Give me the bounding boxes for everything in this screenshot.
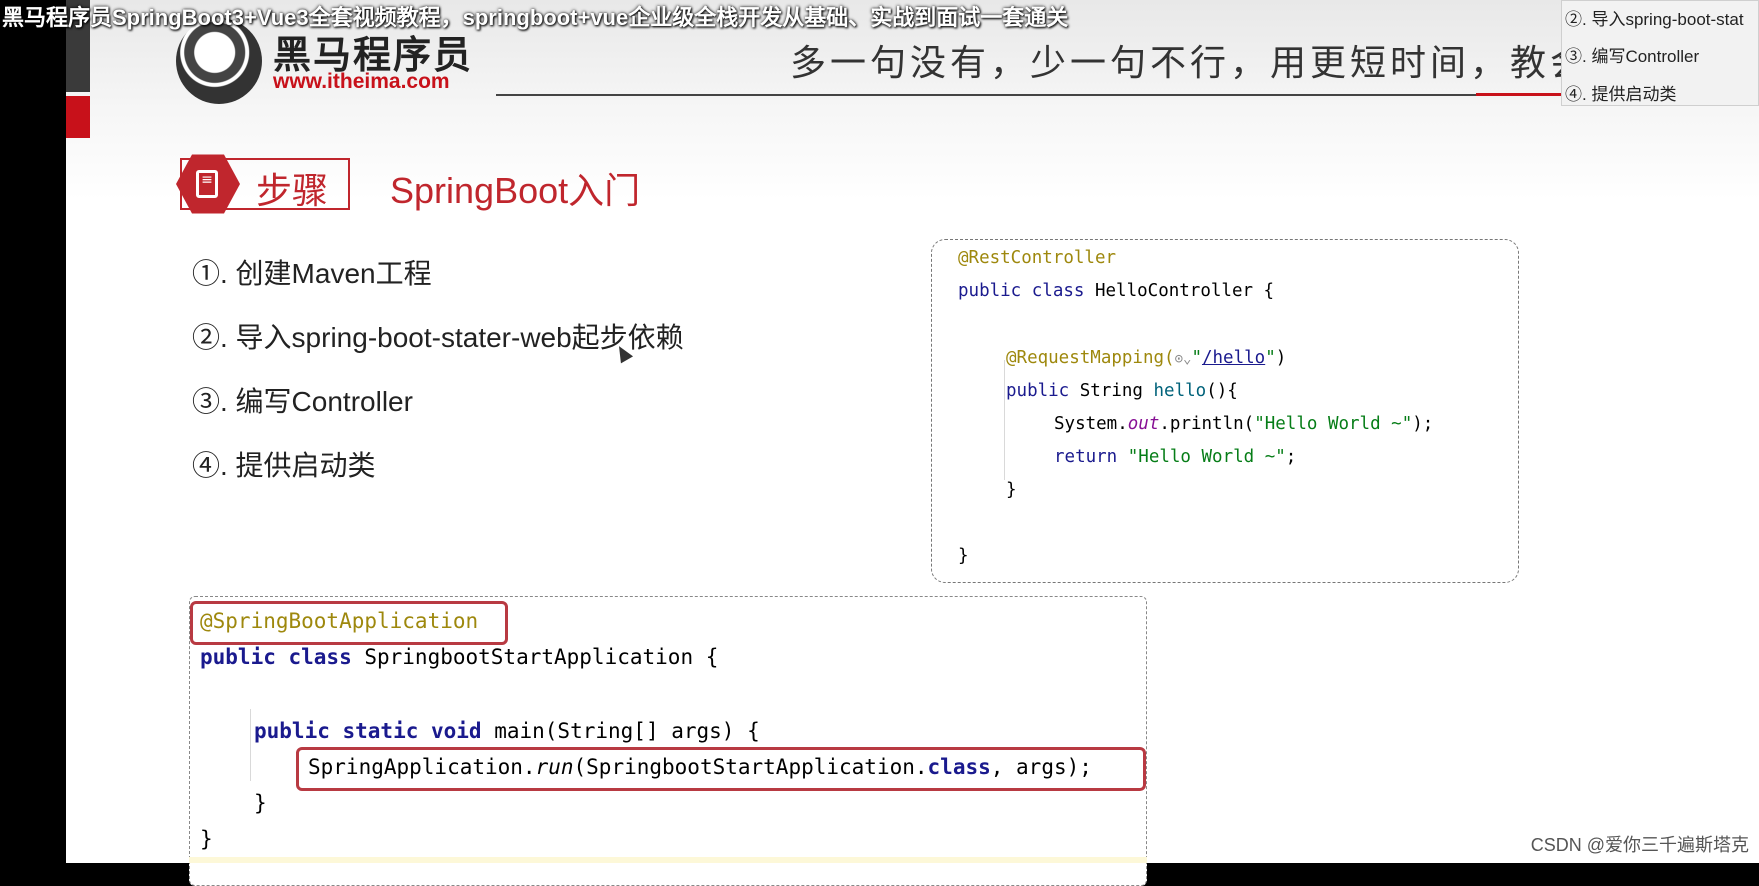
code-line: SpringApplication.run(SpringbootStartApp… (308, 755, 1092, 779)
application-code-block: @SpringBootApplication public class Spri… (189, 596, 1147, 886)
step-badge-label: 步骤 (256, 171, 329, 212)
code-line: } (200, 827, 213, 851)
step-item: ②. 导入spring-boot-stater-web起步依赖 (192, 322, 684, 353)
line-highlight (189, 857, 1147, 863)
step-item: ①. 创建Maven工程 (192, 258, 432, 289)
step-item: ④. 提供启动类 (192, 450, 376, 481)
video-title: 黑马程序员SpringBoot3+Vue3全套视频教程，springboot+v… (2, 5, 1069, 30)
code-line: public String hello(){ (1006, 381, 1238, 401)
popup-item[interactable]: ④. 提供启动类 (1565, 80, 1676, 105)
code-line: } (958, 546, 969, 566)
code-line: @SpringBootApplication (200, 609, 479, 633)
csdn-watermark: CSDN @爱你三千遍斯塔克 (1530, 835, 1749, 855)
section-title: SpringBoot入门 (390, 170, 641, 211)
step-item: ③. 编写Controller (192, 386, 413, 417)
indent-guide (1004, 360, 1005, 480)
outline-popup: ②. 导入spring-boot-stat ③. 编写Controller ④.… (1561, 0, 1759, 106)
controller-code-block: @RestController public class HelloContro… (931, 239, 1519, 583)
slogan: 多一句没有，少一句不行，用更短时间，教会更实 (790, 43, 1671, 84)
code-line: } (1006, 480, 1017, 500)
document-icon: ≡ (196, 170, 218, 198)
code-line: public static void main(String[] args) { (254, 719, 760, 743)
steps-list: ①. 创建Maven工程 ②. 导入spring-boot-stater-web… (192, 254, 684, 510)
code-line: public class SpringbootStartApplication … (200, 645, 719, 669)
code-line: @RequestMapping(⊙⌄"/hello") (1006, 348, 1287, 368)
hello-link[interactable]: /hello (1202, 348, 1265, 368)
indent-guide (250, 709, 251, 781)
code-line: public class HelloController { (958, 281, 1275, 301)
side-red-mark (66, 96, 90, 138)
code-line: return "Hello World ~"; (1054, 447, 1297, 467)
globe-icon: ⊙⌄ (1174, 351, 1192, 367)
brand-url: www.itheima.com (273, 70, 450, 93)
code-line: @RestController (958, 248, 1117, 268)
popup-item[interactable]: ②. 导入spring-boot-stat (1565, 5, 1744, 30)
code-line: } (254, 791, 267, 815)
code-line: System.out.println("Hello World ~"); (1054, 414, 1434, 434)
popup-item[interactable]: ③. 编写Controller (1565, 42, 1699, 67)
